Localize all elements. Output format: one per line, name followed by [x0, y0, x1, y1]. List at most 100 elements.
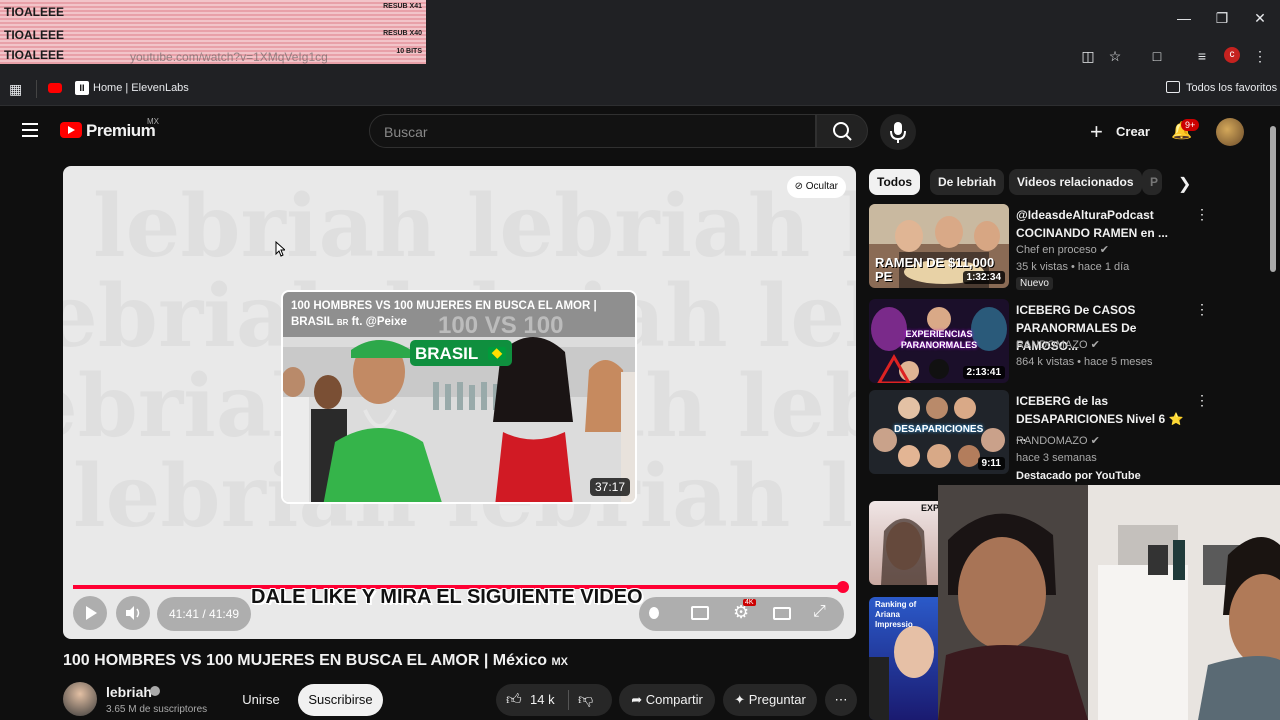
- chip-videos-relacionados[interactable]: Videos relacionados: [1009, 169, 1142, 195]
- like-dislike-group: 👍︎ 14 k 👎︎: [496, 684, 612, 716]
- address-bar-url[interactable]: youtube.com/watch?v=1XMqVeIg1cg: [130, 50, 328, 64]
- play-icon: [86, 606, 97, 620]
- endcard-title-line2: BRASIL BR ft. @Peixe: [291, 316, 407, 328]
- minimize-icon[interactable]: —: [1174, 8, 1194, 28]
- rec-meta: 35 k vistas • hace 1 día: [1016, 261, 1130, 273]
- ask-button[interactable]: ✦ Preguntar: [723, 684, 817, 716]
- alert-name-3: TIOALEEE: [4, 48, 65, 62]
- hamburger-menu-icon[interactable]: [22, 123, 38, 137]
- apps-grid-icon[interactable]: ▦: [9, 81, 22, 98]
- channel-name[interactable]: lebriah: [106, 684, 152, 700]
- subscribe-button[interactable]: Suscribirse: [298, 684, 383, 716]
- alert-type-1: RESUB X41: [383, 3, 422, 10]
- video-title: 100 HOMBRES VS 100 MUJERES EN BUSCA EL A…: [63, 652, 568, 669]
- rec-title[interactable]: @IdeasdeAlturaPodcast COCINANDO RAMEN en…: [1016, 206, 1186, 242]
- folder-icon: [1166, 81, 1180, 93]
- rec-thumbnail[interactable]: DESAPARICIONES 9:11: [869, 390, 1009, 474]
- recommended-video[interactable]: RAMEN DE $11,000 PE 1:32:34 @IdeasdeAltu…: [869, 204, 1209, 290]
- volume-button[interactable]: [116, 596, 150, 630]
- close-icon[interactable]: ✕: [1250, 8, 1270, 28]
- restore-icon[interactable]: ❐: [1212, 8, 1232, 28]
- theater-mode-icon[interactable]: [773, 607, 791, 620]
- dislike-icon[interactable]: 👎︎: [578, 684, 593, 716]
- bookmark-divider: [36, 80, 37, 98]
- hide-endscreen-button[interactable]: ⊘ Ocultar: [786, 176, 846, 198]
- region-code: MX: [147, 117, 159, 126]
- verified-badge-icon: ✔: [1099, 244, 1109, 256]
- search-input[interactable]: Buscar: [369, 114, 816, 148]
- rec-thumb-text: DESAPARICIONES: [894, 424, 984, 435]
- rec-channel[interactable]: RANDOMAZO ✔: [1016, 338, 1100, 351]
- rec-thumbnail-partial[interactable]: Ranking of Ariana Impressio: [869, 597, 939, 720]
- alert-name-2: TIOALEEE: [4, 28, 65, 42]
- stream-alert-overlay: TIOALEEE RESUB X41 TIOALEEE RESUB X40 TI…: [0, 0, 426, 64]
- rec-thumb-text: EXP: [921, 503, 939, 513]
- subtitles-icon[interactable]: [691, 606, 709, 620]
- install-app-icon[interactable]: ◫: [1078, 46, 1098, 66]
- channel-avatar[interactable]: [63, 682, 97, 716]
- rec-thumbnail[interactable]: RAMEN DE $11,000 PE 1:32:34: [869, 204, 1009, 288]
- recommended-video[interactable]: DESAPARICIONES 9:11 ICEBERG de las DESAP…: [869, 390, 1209, 482]
- chevron-right-icon[interactable]: ❯: [1178, 174, 1191, 194]
- share-button[interactable]: ➦ Compartir: [619, 684, 715, 716]
- progress-scrubber[interactable]: [837, 581, 849, 593]
- youtube-bookmark-icon[interactable]: [48, 83, 62, 93]
- voice-search-button[interactable]: [880, 114, 916, 150]
- join-button[interactable]: Unirse: [231, 684, 291, 716]
- media-control-icon[interactable]: ≡: [1192, 46, 1212, 66]
- fullscreen-icon[interactable]: ⤢: [813, 603, 826, 621]
- play-button[interactable]: [73, 596, 107, 630]
- stream-caption-overlay: DALE LIKE Y MIRA EL SIGUIENTE VIDEO: [251, 586, 643, 608]
- create-button[interactable]: Crear: [1116, 124, 1150, 139]
- extensions-icon[interactable]: □: [1147, 46, 1167, 66]
- alert-type-3: 10 BITS: [396, 48, 422, 55]
- bookmark-star-icon[interactable]: ☆: [1105, 46, 1125, 66]
- chip-partial[interactable]: P: [1142, 169, 1162, 195]
- rec-duration: 9:11: [977, 457, 1005, 470]
- rec-meta: hace 3 semanas: [1016, 452, 1097, 464]
- vs-overlay-text: 100 VS 100: [438, 312, 564, 339]
- subscriber-count: 3.65 M de suscriptores: [106, 704, 208, 715]
- all-bookmarks[interactable]: Todos los favoritos: [1186, 82, 1277, 94]
- brazil-flag-icon: [488, 347, 506, 360]
- endscreen-next-video[interactable]: 100 VS 100 100 HOMBRES VS 100 MUJERES EN…: [281, 290, 637, 504]
- chip-de-lebriah[interactable]: De lebriah: [930, 169, 1005, 195]
- rec-channel[interactable]: Chef en proceso ✔: [1016, 243, 1109, 256]
- sparkle-icon: ✦: [734, 692, 746, 707]
- like-divider: [568, 690, 569, 710]
- more-vertical-icon[interactable]: ⋮: [1195, 301, 1209, 318]
- rec-channel[interactable]: RANDOMAZO ✔: [1016, 434, 1100, 447]
- search-button[interactable]: [816, 114, 868, 148]
- youtube-logo-icon[interactable]: [60, 122, 82, 138]
- page-scrollbar-thumb[interactable]: [1270, 126, 1276, 272]
- more-vertical-icon[interactable]: ⋮: [1195, 392, 1209, 409]
- plus-icon: +: [1090, 119, 1103, 144]
- alert-name-1: TIOALEEE: [4, 5, 65, 19]
- elevenlabs-icon: II: [75, 81, 89, 95]
- user-avatar[interactable]: [1216, 118, 1244, 146]
- new-badge: Nuevo: [1016, 277, 1053, 290]
- mouse-cursor-icon: [275, 241, 285, 257]
- youtube-header: Premium MX Buscar + Crear 🔔 9+: [0, 107, 1280, 157]
- rec-thumbnail[interactable]: EXPERIENCIAS PARANORMALES 2:13:41: [869, 299, 1009, 383]
- streamer-webcam-overlay: [938, 485, 1280, 720]
- like-icon[interactable]: 👍︎: [506, 684, 522, 716]
- bookmarks-bar: ▦ II Home | ElevenLabs Todos los favorit…: [0, 72, 1280, 106]
- webcam-feed: [938, 485, 1280, 720]
- like-count[interactable]: 14 k: [530, 684, 555, 716]
- autoplay-toggle-icon[interactable]: [649, 607, 659, 619]
- bookmark-elevenlabs[interactable]: Home | ElevenLabs: [93, 82, 189, 94]
- video-player[interactable]: lebriah lebriah lebriah ebriah lebriah l…: [63, 166, 856, 639]
- quality-badge: 4K: [743, 599, 756, 606]
- more-vertical-icon[interactable]: ⋮: [1195, 206, 1209, 223]
- chrome-menu-icon[interactable]: ⋮: [1250, 46, 1270, 66]
- youtube-premium-logo[interactable]: Premium: [86, 121, 156, 141]
- endcard-banner-text: BRASIL: [415, 344, 479, 363]
- verified-badge-icon: ✔: [1090, 435, 1100, 447]
- chip-todos[interactable]: Todos: [869, 169, 921, 195]
- profile-avatar[interactable]: c: [1224, 47, 1240, 63]
- rec-duration: 1:32:34: [962, 271, 1005, 284]
- recommended-video[interactable]: EXPERIENCIAS PARANORMALES 2:13:41 ICEBER…: [869, 299, 1209, 385]
- more-actions-button[interactable]: ⋯: [825, 684, 857, 716]
- rec-thumbnail-partial[interactable]: EXP: [869, 501, 939, 585]
